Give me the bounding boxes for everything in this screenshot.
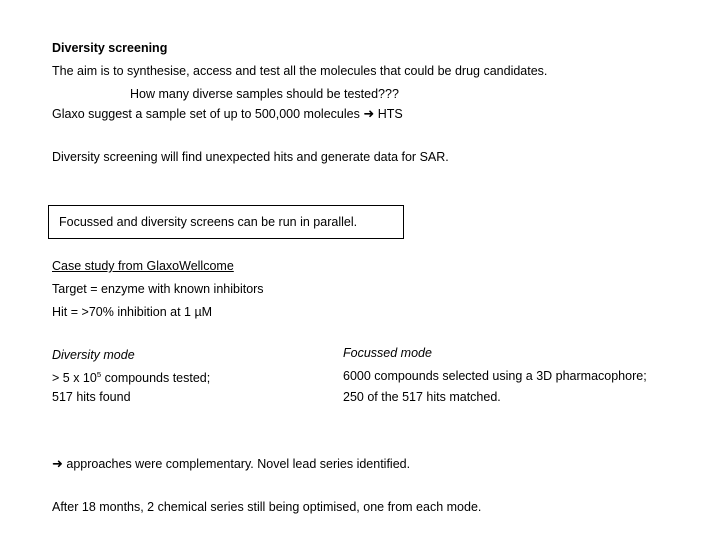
diversity-compounds-prefix: > 5 x 10 xyxy=(52,371,97,385)
right-arrow-icon-conclusion: ➜ xyxy=(52,457,63,472)
case-study-target-line: Target = enzyme with known inhibitors xyxy=(52,282,264,296)
diversity-mode-heading: Diversity mode xyxy=(52,348,135,362)
slide-title: Diversity screening xyxy=(52,41,168,55)
focussed-mode-line-1: 6000 compounds selected using a 3D pharm… xyxy=(343,369,647,383)
diversity-mode-line-1: > 5 x 105 compounds tested; xyxy=(52,370,210,386)
intro-line-2: How many diverse samples should be teste… xyxy=(130,87,399,101)
glaxo-text-after: HTS xyxy=(374,107,403,121)
focussed-mode-line-2: 250 of the 517 hits matched. xyxy=(343,390,501,404)
slide-canvas: Diversity screening The aim is to synthe… xyxy=(0,0,720,540)
glaxo-text-before: Glaxo suggest a sample set of up to 500,… xyxy=(52,107,364,121)
followup-line: After 18 months, 2 chemical series still… xyxy=(52,500,482,514)
diversity-compounds-suffix: compounds tested; xyxy=(101,371,211,385)
right-arrow-icon: ➜ xyxy=(363,107,375,122)
case-study-heading: Case study from GlaxoWellcome xyxy=(52,259,234,273)
sar-line: Diversity screening will find unexpected… xyxy=(52,150,449,164)
conclusion-text: approaches were complementary. Novel lea… xyxy=(62,457,411,471)
glaxo-suggestion-line: Glaxo suggest a sample set of up to 500,… xyxy=(52,106,403,123)
conclusion-line: ➜ approaches were complementary. Novel l… xyxy=(52,456,410,473)
diversity-mode-line-2: 517 hits found xyxy=(52,390,131,404)
callout-text: Focussed and diversity screens can be ru… xyxy=(59,215,358,229)
callout-box: Focussed and diversity screens can be ru… xyxy=(48,205,404,239)
intro-line-1: The aim is to synthesise, access and tes… xyxy=(52,64,548,78)
case-study-hit-line: Hit = >70% inhibition at 1 µM xyxy=(52,305,213,319)
focussed-mode-heading: Focussed mode xyxy=(343,346,432,360)
